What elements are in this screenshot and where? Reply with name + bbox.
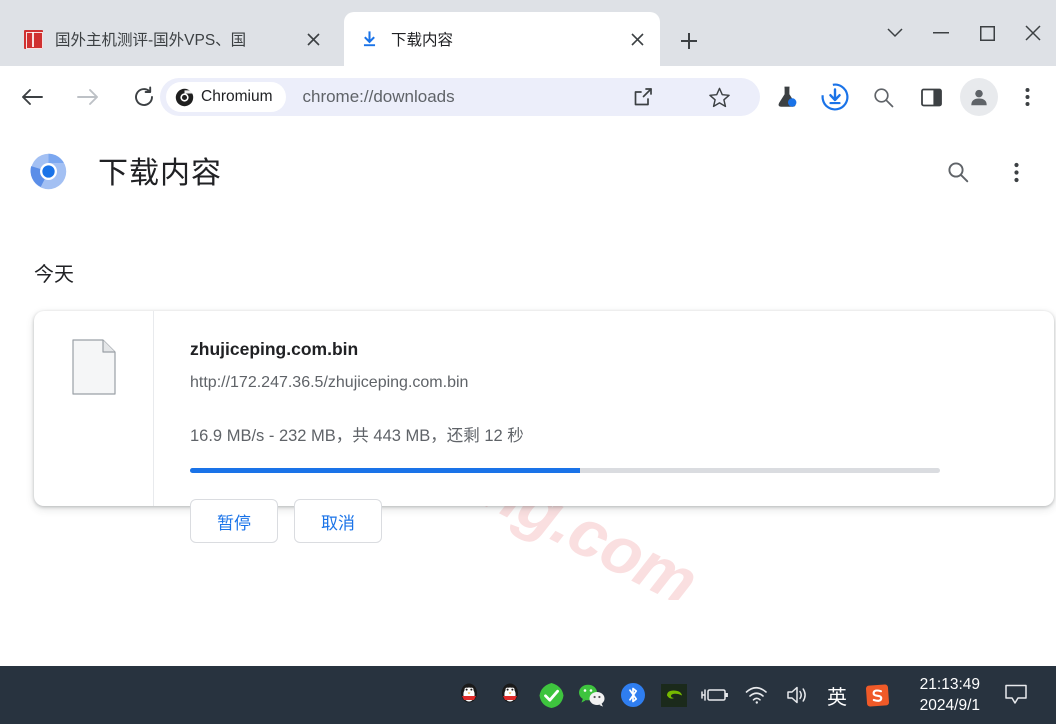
three-dot-menu-icon[interactable] — [1008, 78, 1046, 116]
battery-charging-icon[interactable] — [701, 681, 729, 709]
tab-0[interactable]: 国外主机测评-国外VPS、国 — [8, 12, 336, 66]
sogou-input-icon[interactable] — [863, 681, 891, 709]
side-panel-icon[interactable] — [912, 78, 950, 116]
download-progress-fill — [190, 468, 580, 473]
page-title: 下载内容 — [98, 157, 222, 190]
tab-close-button[interactable] — [624, 26, 650, 52]
pause-button[interactable]: 暂停 — [190, 499, 278, 543]
clock-date: 2024/9/1 — [919, 697, 980, 714]
address-bar[interactable]: Chromium chrome://downloads — [160, 78, 760, 116]
download-item-details: zhujiceping.com.bin http://172.247.36.5/… — [154, 311, 1054, 543]
tab-strip: 国外主机测评-国外VPS、国 下载内容 — [0, 0, 1056, 66]
tab-title: 下载内容 — [391, 32, 454, 49]
download-status-text: 16.9 MB/s - 232 MB，共 443 MB，还剩 12 秒 — [190, 427, 524, 445]
wechat-icon[interactable] — [578, 681, 606, 709]
download-arrow-icon — [360, 30, 379, 49]
qq-penguin-icon[interactable] — [455, 681, 483, 709]
clock-time: 21:13:49 — [919, 676, 980, 693]
flask-icon[interactable] — [768, 78, 806, 116]
ime-english-icon[interactable]: 英 — [824, 681, 850, 709]
cancel-button[interactable]: 取消 — [294, 499, 382, 543]
share-icon[interactable] — [624, 78, 662, 116]
system-tray: 英 — [455, 666, 891, 724]
qq-penguin-icon[interactable] — [496, 681, 524, 709]
download-filename[interactable]: zhujiceping.com.bin — [190, 339, 1054, 360]
download-source-url: http://172.247.36.5/zhujiceping.com.bin — [190, 374, 469, 391]
close-icon[interactable] — [1010, 8, 1056, 58]
maximize-icon[interactable] — [964, 8, 1010, 58]
chromium-chip-label: Chromium — [201, 88, 273, 105]
reload-icon[interactable] — [124, 77, 164, 117]
download-action-buttons: 暂停 取消 — [190, 499, 1054, 543]
browser-window: 国外主机测评-国外VPS、国 下载内容 Chromium chrome://do… — [0, 0, 1056, 724]
profile-avatar-icon[interactable] — [960, 78, 998, 116]
search-icon[interactable] — [864, 78, 902, 116]
chromium-chip[interactable]: Chromium — [166, 82, 287, 112]
downloads-page: 下载内容 今天 zhujiceping.com.bin http://172.2… — [0, 128, 1056, 600]
download-circle-icon[interactable] — [816, 78, 854, 116]
volume-icon[interactable] — [783, 681, 811, 709]
downloads-search-icon[interactable] — [940, 154, 976, 190]
address-bar-url: chrome://downloads — [302, 87, 455, 106]
tab-1[interactable]: 下载内容 — [344, 12, 660, 66]
red-seal-icon — [24, 29, 43, 49]
taskbar-clock[interactable]: 21:13:49 2024/9/1 — [920, 666, 980, 724]
page-header-actions — [940, 154, 1034, 190]
bluetooth-icon[interactable] — [619, 681, 647, 709]
forward-arrow-icon — [68, 77, 108, 117]
tab-search-chevron-icon[interactable] — [872, 8, 918, 58]
section-date-header: 今天 — [34, 264, 74, 286]
generic-file-icon — [71, 339, 116, 395]
back-arrow-icon[interactable] — [12, 77, 52, 117]
nvidia-icon[interactable] — [660, 681, 688, 709]
file-icon-column — [34, 311, 154, 506]
download-progress-bar — [190, 468, 940, 473]
tab-close-button[interactable] — [300, 26, 326, 52]
downloads-menu-icon[interactable] — [998, 154, 1034, 190]
minimize-icon[interactable] — [918, 8, 964, 58]
star-icon[interactable] — [700, 78, 738, 116]
window-controls — [872, 0, 1056, 66]
tab-title: 国外主机测评-国外VPS、国 — [55, 32, 247, 49]
green-check-shield-icon[interactable] — [537, 681, 565, 709]
chromium-logo — [30, 153, 67, 190]
chromium-chip-icon — [175, 88, 194, 106]
wifi-icon[interactable] — [742, 681, 770, 709]
new-tab-button[interactable] — [672, 24, 706, 58]
windows-taskbar: 英 21:13:49 2024/9/1 — [0, 666, 1056, 724]
notification-bubble-icon[interactable] — [994, 666, 1038, 724]
download-item-card[interactable]: zhujiceping.com.bin http://172.247.36.5/… — [34, 311, 1054, 543]
